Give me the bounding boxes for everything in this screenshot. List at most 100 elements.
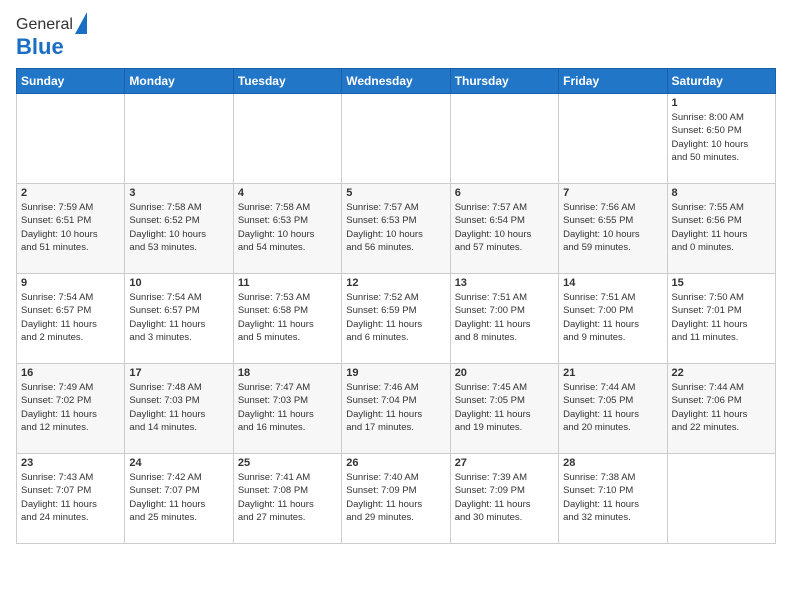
- calendar-day-cell: 17Sunrise: 7:48 AM Sunset: 7:03 PM Dayli…: [125, 364, 233, 454]
- day-info: Sunrise: 7:44 AM Sunset: 7:05 PM Dayligh…: [563, 381, 662, 434]
- calendar-week-row: 16 Sunrise: 7:49 AM Sunset: 7:02 PM Dayli…: [17, 364, 776, 454]
- calendar-day-cell: 6 Sunrise: 7:57 AM Sunset: 6:54 PM Daylig…: [450, 184, 558, 274]
- calendar-day-cell: 13 Sunrise: 7:51 AM Sunset: 7:00 PM Dayli…: [450, 274, 558, 364]
- weekday-header: Thursday: [450, 69, 558, 94]
- calendar-day-cell: 18 Sunrise: 7:47 AM Sunset: 7:03 PM Dayli…: [233, 364, 341, 454]
- calendar-day-cell: 25Sunrise: 7:41 AM Sunset: 7:08 PM Dayli…: [233, 454, 341, 544]
- weekday-header: Tuesday: [233, 69, 341, 94]
- day-info: Sunrise: 7:44 AM Sunset: 7:06 PM Dayligh…: [672, 381, 771, 434]
- day-number: 26: [346, 457, 445, 469]
- day-info: Sunrise: 7:51 AM Sunset: 7:00 PM Dayligh…: [455, 291, 554, 344]
- calendar-day-cell: 23 Sunrise: 7:43 AM Sunset: 7:07 PM Dayli…: [17, 454, 125, 544]
- day-info: Sunrise: 7:38 AM Sunset: 7:10 PM Dayligh…: [563, 471, 662, 524]
- calendar-day-cell: 1 Sunrise: 8:00 AM Sunset: 6:50 PM Daylig…: [667, 94, 775, 184]
- day-number: 18: [238, 367, 337, 379]
- calendar-day-cell: 7 Sunrise: 7:56 AM Sunset: 6:55 PM Daylig…: [559, 184, 667, 274]
- day-number: 11: [238, 277, 337, 289]
- day-number: 25: [238, 457, 337, 469]
- calendar-day-cell: [233, 94, 341, 184]
- day-info: Sunrise: 7:51 AM Sunset: 7:00 PM Dayligh…: [563, 291, 662, 344]
- calendar-day-cell: [125, 94, 233, 184]
- calendar-day-cell: 15 Sunrise: 7:50 AM Sunset: 7:01 PM Dayli…: [667, 274, 775, 364]
- calendar-day-cell: 16 Sunrise: 7:49 AM Sunset: 7:02 PM Dayli…: [17, 364, 125, 454]
- calendar-day-cell: 8 Sunrise: 7:55 AM Sunset: 6:56 PM Daylig…: [667, 184, 775, 274]
- page-header: General Blue: [16, 16, 776, 60]
- calendar-day-cell: 11 Sunrise: 7:53 AM Sunset: 6:58 PM Dayli…: [233, 274, 341, 364]
- calendar-day-cell: [450, 94, 558, 184]
- day-info: Sunrise: 7:58 AM Sunset: 6:53 PM Dayligh…: [238, 201, 337, 254]
- day-info: Sunrise: 7:40 AM Sunset: 7:09 PM Dayligh…: [346, 471, 445, 524]
- day-info: Sunrise: 7:54 AM Sunset: 6:57 PM Dayligh…: [21, 291, 120, 344]
- day-info: Sunrise: 7:45 AM Sunset: 7:05 PM Dayligh…: [455, 381, 554, 434]
- calendar-day-cell: [17, 94, 125, 184]
- day-number: 27: [455, 457, 554, 469]
- calendar-day-cell: 24 Sunrise: 7:42 AM Sunset: 7:07 PM Dayli…: [125, 454, 233, 544]
- day-number: 14: [563, 277, 662, 289]
- day-info: Sunrise: 7:39 AM Sunset: 7:09 PM Dayligh…: [455, 471, 554, 524]
- calendar-table: SundayMondayTuesdayWednesdayThursdayFrid…: [16, 68, 776, 544]
- day-number: 20: [455, 367, 554, 379]
- day-number: 13: [455, 277, 554, 289]
- day-info: Sunrise: 7:52 AM Sunset: 6:59 PM Dayligh…: [346, 291, 445, 344]
- calendar-day-cell: 14 Sunrise: 7:51 AM Sunset: 7:00 PM Dayli…: [559, 274, 667, 364]
- calendar-day-cell: 19 Sunrise: 7:46 AM Sunset: 7:04 PM Dayli…: [342, 364, 450, 454]
- day-number: 16: [21, 367, 120, 379]
- day-number: 24: [129, 457, 228, 469]
- day-number: 3: [129, 187, 228, 199]
- day-info: Sunrise: 8:00 AM Sunset: 6:50 PM Dayligh…: [672, 111, 771, 164]
- day-info: Sunrise: 7:59 AM Sunset: 6:51 PM Dayligh…: [21, 201, 120, 254]
- logo-blue-text: Blue: [16, 34, 87, 60]
- day-info: Sunrise: 7:47 AM Sunset: 7:03 PM Dayligh…: [238, 381, 337, 434]
- day-info: Sunrise: 7:53 AM Sunset: 6:58 PM Dayligh…: [238, 291, 337, 344]
- day-info: Sunrise: 7:48 AM Sunset: 7:03 PM Dayligh…: [129, 381, 228, 434]
- calendar-day-cell: 12 Sunrise: 7:52 AM Sunset: 6:59 PM Dayli…: [342, 274, 450, 364]
- weekday-header: Monday: [125, 69, 233, 94]
- day-number: 22: [672, 367, 771, 379]
- calendar-day-cell: 21 Sunrise: 7:44 AM Sunset: 7:05 PM Dayli…: [559, 364, 667, 454]
- day-number: 10: [129, 277, 228, 289]
- day-info: Sunrise: 7:50 AM Sunset: 7:01 PM Dayligh…: [672, 291, 771, 344]
- calendar-day-cell: 27 Sunrise: 7:39 AM Sunset: 7:09 PM Dayli…: [450, 454, 558, 544]
- day-info: Sunrise: 7:58 AM Sunset: 6:52 PM Dayligh…: [129, 201, 228, 254]
- day-info: Sunrise: 7:42 AM Sunset: 7:07 PM Dayligh…: [129, 471, 228, 524]
- calendar-header-row: SundayMondayTuesdayWednesdayThursdayFrid…: [17, 69, 776, 94]
- day-number: 4: [238, 187, 337, 199]
- day-number: 23: [21, 457, 120, 469]
- calendar-day-cell: [667, 454, 775, 544]
- day-number: 12: [346, 277, 445, 289]
- day-info: Sunrise: 7:57 AM Sunset: 6:53 PM Dayligh…: [346, 201, 445, 254]
- logo-general-text: General: [16, 16, 73, 34]
- day-number: 8: [672, 187, 771, 199]
- day-number: 28: [563, 457, 662, 469]
- day-number: 9: [21, 277, 120, 289]
- day-number: 15: [672, 277, 771, 289]
- day-number: 7: [563, 187, 662, 199]
- weekday-header: Sunday: [17, 69, 125, 94]
- calendar-week-row: 23 Sunrise: 7:43 AM Sunset: 7:07 PM Dayli…: [17, 454, 776, 544]
- day-number: 19: [346, 367, 445, 379]
- day-number: 6: [455, 187, 554, 199]
- day-info: Sunrise: 7:55 AM Sunset: 6:56 PM Dayligh…: [672, 201, 771, 254]
- calendar-day-cell: 20 Sunrise: 7:45 AM Sunset: 7:05 PM Dayli…: [450, 364, 558, 454]
- day-info: Sunrise: 7:43 AM Sunset: 7:07 PM Dayligh…: [21, 471, 120, 524]
- calendar-day-cell: 5Sunrise: 7:57 AM Sunset: 6:53 PM Daylig…: [342, 184, 450, 274]
- weekday-header: Wednesday: [342, 69, 450, 94]
- day-info: Sunrise: 7:56 AM Sunset: 6:55 PM Dayligh…: [563, 201, 662, 254]
- calendar-week-row: 2 Sunrise: 7:59 AM Sunset: 6:51 PM Daylig…: [17, 184, 776, 274]
- weekday-header: Friday: [559, 69, 667, 94]
- calendar-day-cell: [559, 94, 667, 184]
- calendar-day-cell: 10 Sunrise: 7:54 AM Sunset: 6:57 PM Dayli…: [125, 274, 233, 364]
- calendar-day-cell: 28 Sunrise: 7:38 AM Sunset: 7:10 PM Dayli…: [559, 454, 667, 544]
- calendar-week-row: 9 Sunrise: 7:54 AM Sunset: 6:57 PM Daylig…: [17, 274, 776, 364]
- logo-triangle-icon: [75, 12, 87, 34]
- day-info: Sunrise: 7:49 AM Sunset: 7:02 PM Dayligh…: [21, 381, 120, 434]
- day-number: 1: [672, 97, 771, 109]
- day-number: 21: [563, 367, 662, 379]
- calendar-day-cell: 4 Sunrise: 7:58 AM Sunset: 6:53 PM Daylig…: [233, 184, 341, 274]
- calendar-day-cell: 26 Sunrise: 7:40 AM Sunset: 7:09 PM Dayli…: [342, 454, 450, 544]
- day-info: Sunrise: 7:46 AM Sunset: 7:04 PM Dayligh…: [346, 381, 445, 434]
- calendar-day-cell: [342, 94, 450, 184]
- day-info: Sunrise: 7:54 AM Sunset: 6:57 PM Dayligh…: [129, 291, 228, 344]
- day-info: Sunrise: 7:57 AM Sunset: 6:54 PM Dayligh…: [455, 201, 554, 254]
- day-number: 2: [21, 187, 120, 199]
